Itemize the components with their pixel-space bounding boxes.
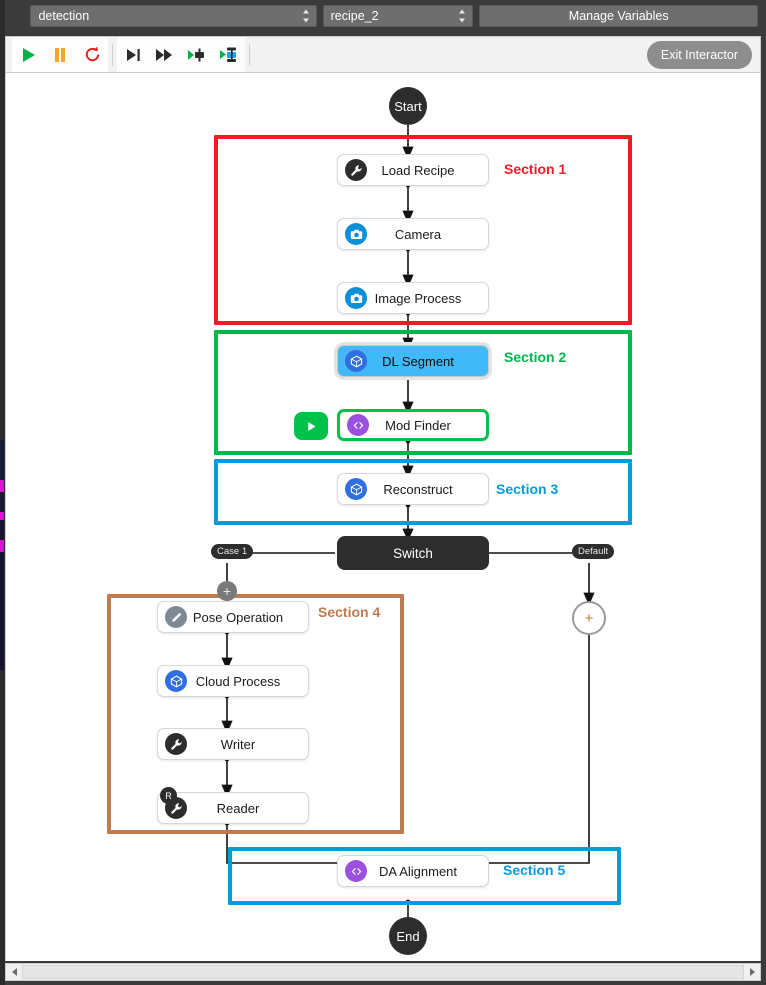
- reset-button[interactable]: [76, 40, 108, 70]
- node-camera[interactable]: Camera: [337, 218, 489, 250]
- camera-icon: [345, 223, 367, 245]
- toolbar-spacer: [254, 39, 647, 70]
- plus-icon: +: [584, 609, 594, 627]
- play-icon: [22, 47, 35, 62]
- recipe-select[interactable]: recipe_2: [322, 5, 474, 27]
- pause-button[interactable]: [44, 40, 76, 70]
- run-button[interactable]: [12, 40, 44, 70]
- interactor-window: detection recipe_2 Manage Variables Exit…: [0, 0, 766, 985]
- toolbar-separator: [112, 43, 113, 66]
- manage-variables-button[interactable]: Manage Variables: [479, 5, 758, 27]
- pen-icon: [165, 606, 187, 628]
- default-label: Default: [578, 546, 609, 557]
- section-1-label: Section 1: [504, 161, 567, 177]
- horizontal-scrollbar[interactable]: [5, 963, 761, 981]
- exit-interactor-button[interactable]: Exit Interactor: [646, 40, 752, 69]
- reload-icon: [85, 46, 99, 62]
- window-bottom-edge: [0, 981, 766, 985]
- toolbar-separator: [249, 43, 250, 66]
- end-node[interactable]: End: [389, 917, 427, 955]
- step-over-icon: [156, 48, 172, 61]
- triangle-right-icon: [749, 968, 755, 976]
- node-reader[interactable]: R Reader: [157, 787, 309, 824]
- code-icon: [347, 414, 369, 436]
- switch-node[interactable]: Switch: [337, 536, 489, 570]
- section-2-label: Section 2: [504, 349, 567, 365]
- case-1-port[interactable]: Case 1: [211, 544, 254, 559]
- flow-canvas[interactable]: Section 1 Section 2 Section 3 Section 4 …: [5, 73, 761, 961]
- code-icon: [345, 860, 367, 882]
- step-into-button[interactable]: [117, 40, 149, 70]
- run-from-node-icon: [220, 47, 236, 62]
- project-select[interactable]: detection: [30, 5, 317, 27]
- node-dl-segment[interactable]: DL Segment: [337, 345, 489, 377]
- case-1-label: Case 1: [217, 546, 248, 557]
- start-node-label: Start: [394, 98, 422, 114]
- run-node-button[interactable]: [294, 412, 328, 440]
- end-node-label: End: [396, 928, 420, 944]
- node-image-process[interactable]: Image Process: [337, 282, 489, 314]
- cube-icon: [165, 670, 187, 692]
- section-3-label: Section 3: [496, 481, 559, 497]
- node-mod-finder[interactable]: Mod Finder: [337, 409, 489, 441]
- camera-icon: [345, 287, 367, 309]
- recipe-select-value: recipe_2: [330, 9, 379, 23]
- step-over-button[interactable]: [149, 40, 181, 70]
- playback-group: [12, 37, 108, 72]
- reader-status-badge: R: [160, 787, 177, 804]
- chevron-updown-icon: [302, 9, 310, 23]
- triangle-left-icon: [11, 968, 17, 976]
- add-node-default-button[interactable]: +: [572, 601, 606, 635]
- wrench-icon: [345, 159, 367, 181]
- stepping-group: [117, 37, 245, 72]
- cube-icon: [345, 478, 367, 500]
- run-to-node-button[interactable]: [181, 40, 213, 70]
- node-pose-operation[interactable]: Pose Operation: [157, 601, 309, 633]
- chevron-updown-icon: [459, 9, 466, 23]
- run-from-node-button[interactable]: [213, 40, 245, 70]
- step-into-icon: [126, 48, 140, 61]
- project-select-value: detection: [38, 9, 90, 23]
- node-reconstruct[interactable]: Reconstruct: [337, 473, 489, 505]
- node-da-alignment[interactable]: DA Alignment: [337, 855, 489, 887]
- plus-icon: +: [222, 583, 232, 599]
- scrollbar-track[interactable]: [22, 965, 744, 979]
- add-node-case1-button[interactable]: +: [217, 581, 237, 601]
- node-writer[interactable]: Writer: [157, 728, 309, 760]
- switch-node-label: Switch: [393, 545, 433, 561]
- top-bar: detection recipe_2 Manage Variables: [0, 0, 766, 32]
- start-node[interactable]: Start: [389, 87, 427, 125]
- scroll-right-button[interactable]: [744, 964, 760, 980]
- play-icon: [307, 421, 316, 431]
- cube-icon: [345, 350, 367, 372]
- node-cloud-process[interactable]: Cloud Process: [157, 665, 309, 697]
- default-port[interactable]: Default: [572, 544, 615, 559]
- run-to-node-icon: [188, 48, 204, 61]
- interactor-toolbar: Exit Interactor: [5, 36, 761, 73]
- pause-icon: [55, 47, 65, 62]
- wrench-icon: [165, 733, 187, 755]
- scroll-left-button[interactable]: [6, 964, 22, 980]
- section-5-label: Section 5: [503, 862, 566, 878]
- section-4-label: Section 4: [318, 604, 381, 620]
- node-load-recipe[interactable]: Load Recipe: [337, 154, 489, 186]
- background-panel-sliver: [0, 440, 4, 670]
